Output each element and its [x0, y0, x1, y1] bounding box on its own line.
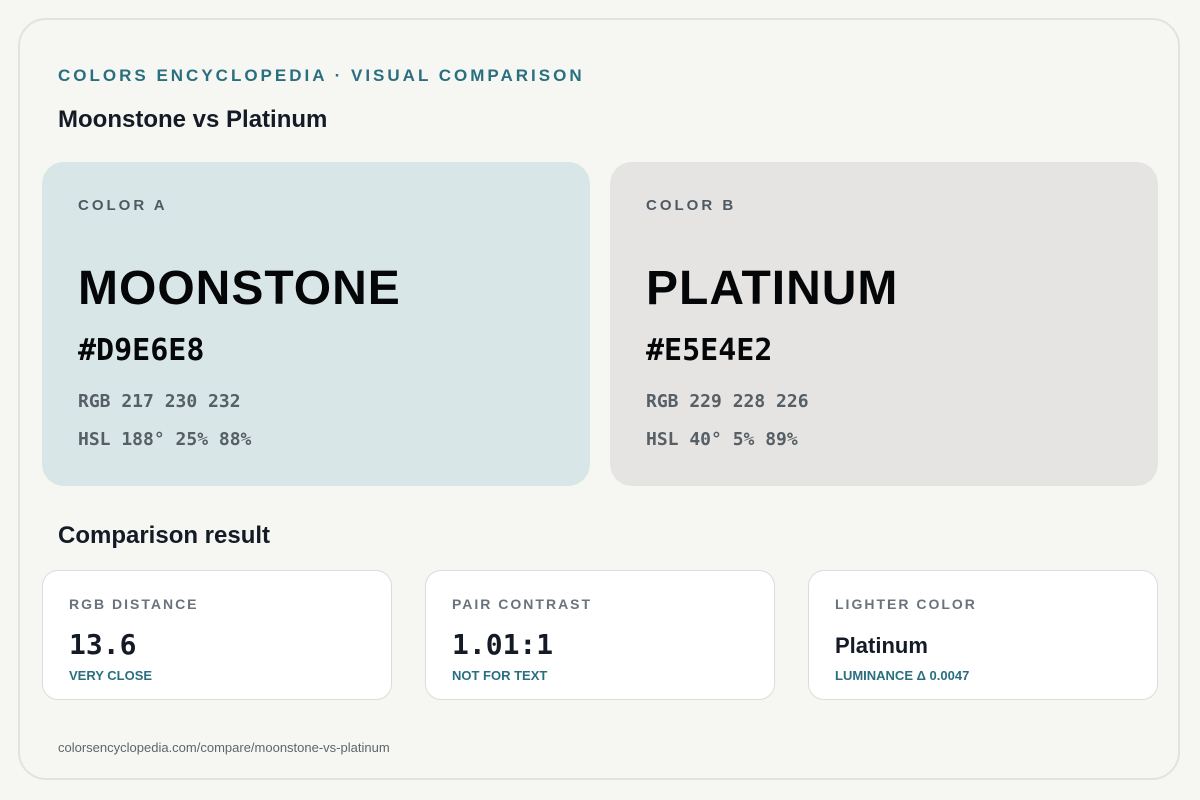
- stat-value: Platinum: [835, 633, 928, 658]
- color-b-name: PLATINUM: [646, 262, 899, 315]
- section-eyebrow: COLORS ENCYCLOPEDIA · VISUAL COMPARISON: [58, 66, 585, 85]
- comparison-title: Comparison result: [58, 522, 271, 549]
- stat-label: LIGHTER COLOR: [835, 596, 977, 612]
- color-a-name: MOONSTONE: [78, 262, 401, 315]
- stat-note: NOT FOR TEXT: [452, 668, 548, 683]
- color-a-hsl: HSL 188° 25% 88%: [78, 429, 252, 450]
- page-title: Moonstone vs Platinum: [58, 106, 328, 133]
- stat-label: PAIR CONTRAST: [452, 596, 593, 612]
- stat-value: 1.01:1: [452, 628, 554, 661]
- color-a-label: COLOR A: [78, 197, 168, 214]
- color-b-rgb: RGB 229 228 226: [646, 391, 809, 412]
- color-a-swatch: COLOR A MOONSTONE #D9E6E8 RGB 217 230 23…: [42, 162, 590, 486]
- stat-label: RGB DISTANCE: [69, 596, 199, 612]
- rgb-distance-card: RGB DISTANCE 13.6 VERY CLOSE: [42, 570, 392, 700]
- stat-value: 13.6: [69, 628, 137, 661]
- color-b-hex: #E5E4E2: [646, 333, 773, 368]
- color-a-rgb: RGB 217 230 232: [78, 391, 241, 412]
- source-url: colorsencyclopedia.com/compare/moonstone…: [58, 740, 390, 755]
- stat-note: LUMINANCE Δ 0.0047: [835, 668, 970, 683]
- color-b-hsl: HSL 40° 5% 89%: [646, 429, 798, 450]
- lighter-color-card: LIGHTER COLOR Platinum LUMINANCE Δ 0.004…: [808, 570, 1158, 700]
- color-a-hex: #D9E6E8: [78, 333, 205, 368]
- stat-note: VERY CLOSE: [69, 668, 153, 683]
- pair-contrast-card: PAIR CONTRAST 1.01:1 NOT FOR TEXT: [425, 570, 775, 700]
- color-b-label: COLOR B: [646, 197, 737, 214]
- color-b-swatch: COLOR B PLATINUM #E5E4E2 RGB 229 228 226…: [610, 162, 1158, 486]
